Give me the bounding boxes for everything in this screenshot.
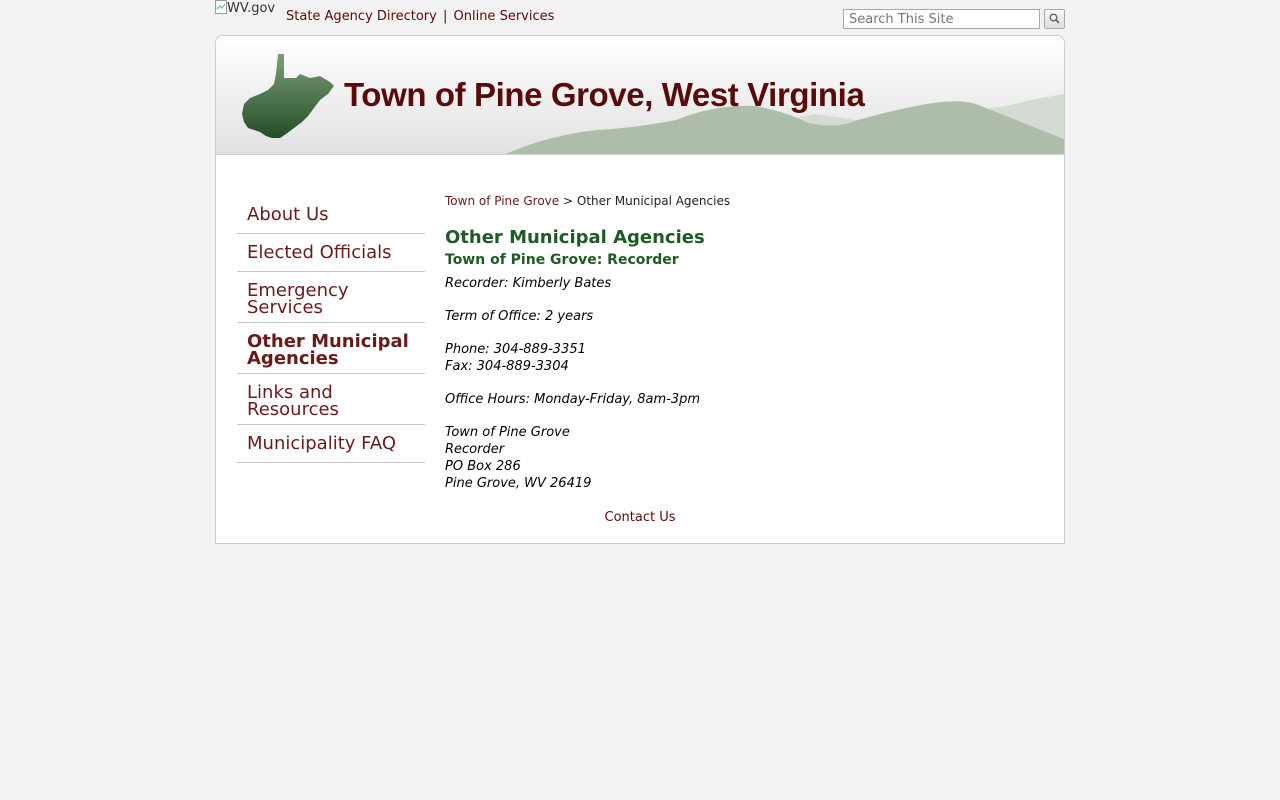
sidebar-item-other-municipal-agencies[interactable]: Other Municipal Agencies [237,323,425,374]
sidebar-item-label: Links and Resources [247,382,339,420]
main-content: Town of Pine Grove > Other Municipal Age… [445,194,1045,508]
sidebar-item-elected-officials[interactable]: Elected Officials [237,234,425,272]
sidebar-item-label: Other Municipal Agencies [247,331,409,369]
mailing-address: Town of Pine Grove Recorder PO Box 286 P… [445,424,1045,492]
breadcrumb-current: Other Municipal Agencies [576,194,731,208]
contact-us-link[interactable]: Contact Us [605,510,676,525]
sidebar-item-label: Municipality FAQ [247,433,397,454]
office-hours: Office Hours: Monday-Friday, 8am-3pm [445,392,701,407]
footer: Contact Us [216,510,1064,525]
sidebar-item-label: Elected Officials [247,242,392,263]
address-line: Pine Grove, WV 26419 [445,476,592,491]
sidebar-nav: About Us Elected Officials Emergency Ser… [237,196,425,463]
sidebar-item-label: About Us [247,204,329,225]
site-title: Town of Pine Grove, West Virginia [344,76,865,113]
breadcrumb-home-link[interactable]: Town of Pine Grove [445,194,559,208]
site-banner: Town of Pine Grove, West Virginia [216,36,1064,155]
fax-number: Fax: 304-889-3304 [445,359,569,374]
contact-numbers: Phone: 304-889-3351 Fax: 304-889-3304 [445,341,1045,375]
term-of-office: Term of Office: 2 years [445,309,594,324]
recorder-info: Recorder: Kimberly Bates Term of Office:… [445,275,1045,492]
breadcrumb-separator: > [562,194,574,208]
broken-image-icon [215,0,227,14]
online-services-link[interactable]: Online Services [454,9,555,24]
breadcrumb: Town of Pine Grove > Other Municipal Age… [445,194,1045,208]
address-line: Recorder [445,442,505,457]
sidebar-item-about-us[interactable]: About Us [237,196,425,234]
top-links-separator: | [442,9,448,24]
page-frame: Town of Pine Grove, West Virginia About … [215,35,1065,544]
search-icon [1049,12,1060,27]
address-line: PO Box 286 [445,459,521,474]
sidebar-item-municipality-faq[interactable]: Municipality FAQ [237,425,425,463]
sidebar-item-label: Emergency Services [247,280,349,318]
recorder-name: Recorder: Kimberly Bates [445,276,612,291]
page-title: Other Municipal Agencies [445,227,705,248]
search-input[interactable] [843,9,1040,29]
page-subtitle: Town of Pine Grove: Recorder [445,252,679,268]
west-virginia-state-icon [242,54,334,138]
sidebar-item-emergency-services[interactable]: Emergency Services [237,272,425,323]
wv-gov-logo[interactable]: WV.gov [215,0,275,16]
address-line: Town of Pine Grove [445,425,570,440]
phone-number: Phone: 304-889-3351 [445,342,586,357]
top-links: State Agency Directory | Online Services [286,9,554,24]
top-bar: WV.gov State Agency Directory | Online S… [215,0,1065,36]
wv-gov-logo-alt: WV.gov [227,1,276,16]
sidebar-item-links-and-resources[interactable]: Links and Resources [237,374,425,425]
site-search [843,9,1065,29]
state-agency-directory-link[interactable]: State Agency Directory [286,9,437,24]
search-button[interactable] [1044,9,1065,29]
